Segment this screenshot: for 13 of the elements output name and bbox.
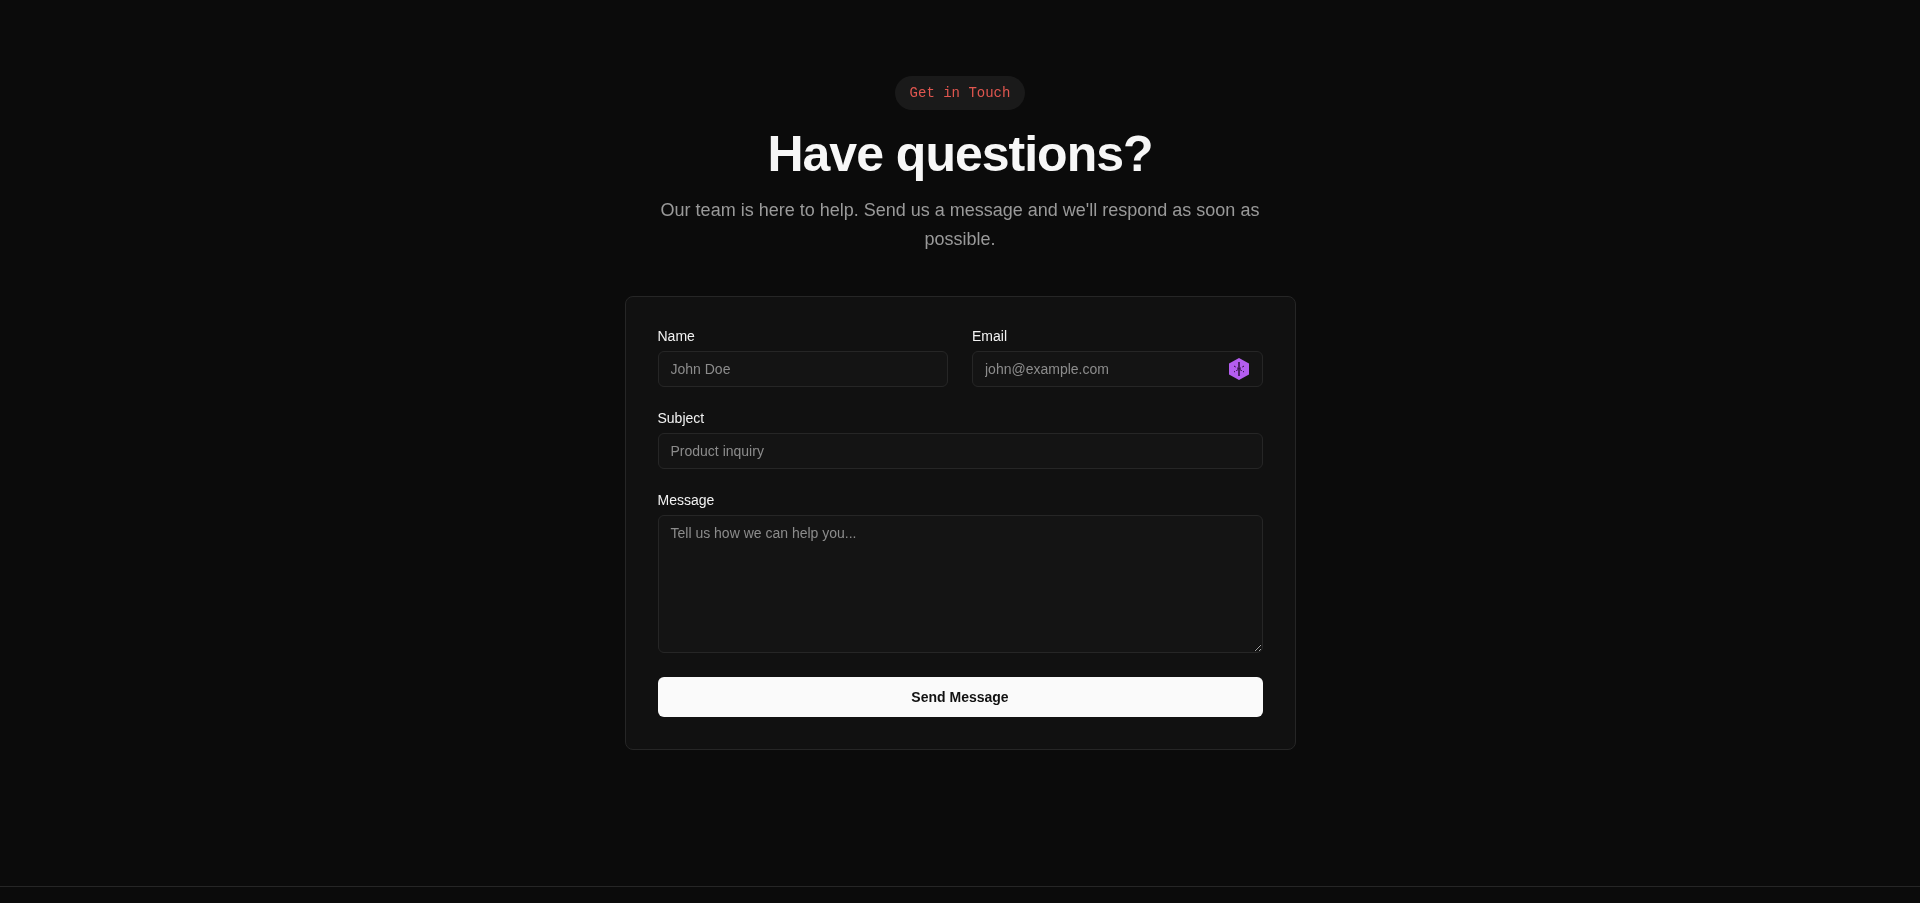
input-field[interactable]: john@example.com bbox=[972, 351, 1263, 387]
field-label: Subject bbox=[657, 409, 706, 427]
message-field[interactable]: Tell us how we can help you... bbox=[657, 515, 1263, 653]
send-button[interactable]: Send Message bbox=[657, 677, 1263, 717]
field-label: Name bbox=[657, 327, 696, 345]
input-field[interactable]: John Doe bbox=[657, 351, 948, 387]
hexagon-icon[interactable] bbox=[1227, 357, 1250, 381]
field-label: Email bbox=[972, 327, 1008, 345]
page-subtitle: Our team is here to help. Send us a message and we'll respond as soon as possible. bbox=[659, 199, 1261, 251]
field-label: Message bbox=[657, 491, 716, 509]
page-heading: Have questions? bbox=[767, 125, 1153, 184]
section-badge: Get in Touch bbox=[894, 76, 1026, 110]
input-field[interactable]: Product inquiry bbox=[657, 433, 1263, 469]
